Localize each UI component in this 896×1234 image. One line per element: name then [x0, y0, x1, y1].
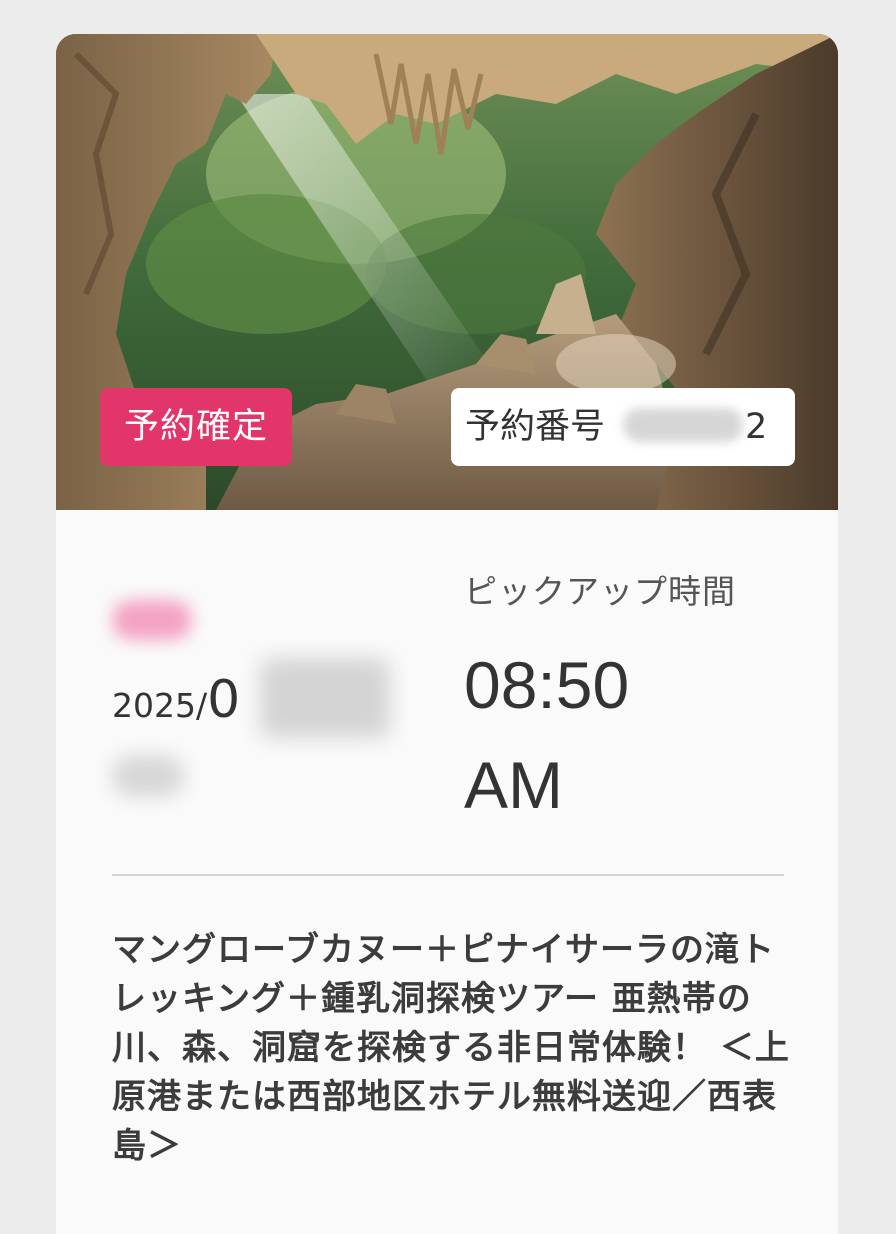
reservation-info: 2025/0 ピックアップ時間 08:50 AM — [56, 510, 838, 910]
pickup-time-value: 08:50 AM — [464, 635, 804, 835]
booking-number-redacted — [623, 408, 744, 442]
weekday-redacted — [112, 600, 192, 640]
tour-photo: 予約確定 予約番号 2 — [56, 34, 838, 510]
pickup-info: ピックアップ時間 08:50 AM — [464, 565, 804, 835]
date-text: 2025/0 — [112, 670, 240, 730]
tour-title[interactable]: マングローブカヌー＋ピナイサーラの滝トレッキング＋鍾乳洞探検ツアー 亜熱帯の川、… — [112, 926, 792, 1171]
date-sub-redacted — [112, 755, 184, 797]
date-year: 2025/ — [112, 686, 208, 725]
date-redacted — [260, 658, 390, 738]
booking-number-box: 予約番号 2 — [451, 388, 795, 466]
pickup-time-period: AM — [464, 748, 563, 822]
booking-number-label: 予約番号 — [465, 407, 606, 447]
booking-card[interactable]: 予約確定 予約番号 2 2025/0 ピックアップ時間 08:50 AM マングロ… — [56, 34, 838, 1234]
pickup-time-clock: 08:50 — [464, 648, 630, 722]
booking-number-suffix: 2 — [745, 407, 768, 447]
date-month-digit: 0 — [207, 670, 241, 730]
reservation-confirmed-label: 予約確定 — [124, 407, 269, 447]
reservation-confirmed-badge: 予約確定 — [100, 388, 293, 466]
section-divider — [112, 874, 784, 876]
tour-date: 2025/0 — [112, 600, 412, 810]
pickup-time-label: ピックアップ時間 — [464, 572, 736, 611]
